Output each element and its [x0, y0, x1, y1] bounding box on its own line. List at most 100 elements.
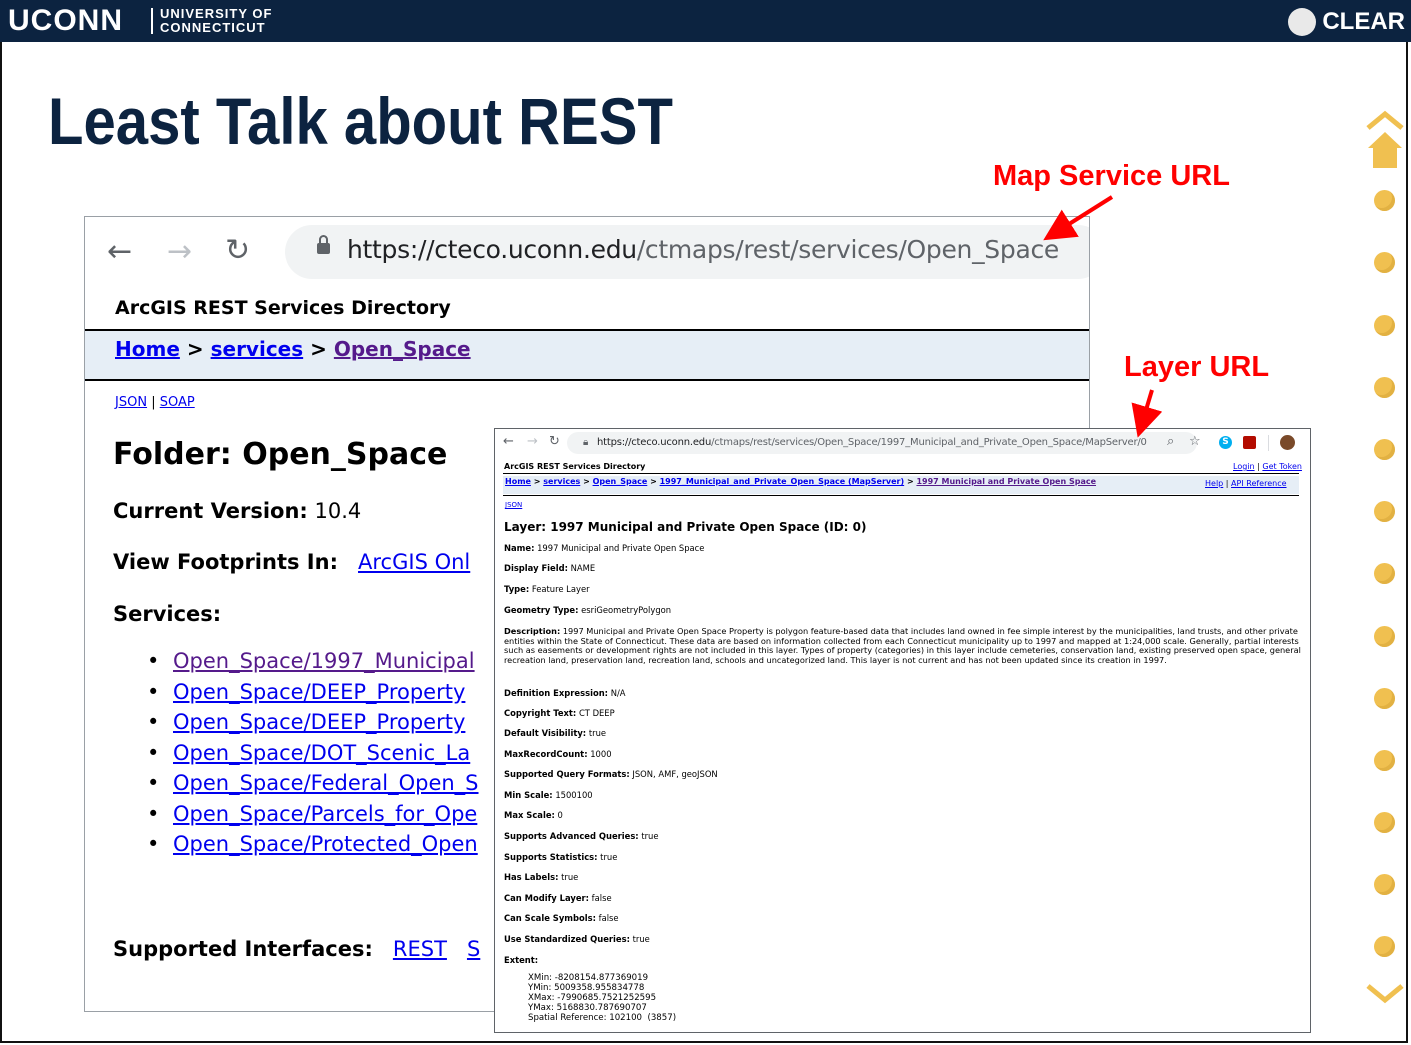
- breadcrumb-services-link[interactable]: services: [543, 477, 580, 486]
- nav-dot[interactable]: [1374, 439, 1395, 460]
- breadcrumb-home-link[interactable]: Home: [115, 337, 180, 361]
- field-value: 1000: [590, 749, 612, 759]
- help-link[interactable]: Help: [1205, 479, 1223, 488]
- nav-dot[interactable]: [1374, 750, 1395, 771]
- field-row: Max Scale: 0: [504, 810, 563, 820]
- login-link[interactable]: Login: [1233, 462, 1255, 471]
- slide-title: Least Talk about REST: [48, 84, 674, 158]
- callout-layer-url: Layer URL: [1124, 351, 1270, 383]
- rest-link[interactable]: REST: [393, 937, 447, 961]
- zoom-icon[interactable]: ⌕: [1167, 435, 1174, 449]
- back-arrow-icon[interactable]: ←: [107, 237, 132, 267]
- soap-link[interactable]: SOAP: [160, 395, 195, 410]
- nav-dot[interactable]: [1374, 874, 1395, 895]
- list-item: Open_Space/DOT_Scenic_La: [143, 741, 479, 772]
- home-icon: [1368, 132, 1402, 168]
- service-link[interactable]: Open_Space/1997_Municipal: [173, 649, 475, 673]
- breadcrumb-separator: >: [906, 477, 914, 486]
- field-row: Name: 1997 Municipal and Private Open Sp…: [504, 543, 704, 553]
- field-row: Supports Statistics: true: [504, 852, 617, 862]
- field-label: Default Visibility:: [504, 728, 587, 738]
- json-link[interactable]: JSON: [505, 501, 522, 509]
- field-value: true: [588, 728, 607, 738]
- breadcrumb-services-link[interactable]: services: [211, 337, 304, 361]
- nav-dot[interactable]: [1374, 812, 1395, 833]
- list-item: Open_Space/Parcels_for_Ope: [143, 802, 479, 833]
- extent-ymin: YMin: 5009358.955834778: [528, 983, 645, 993]
- breadcrumb-separator: >: [583, 477, 590, 486]
- extent-xmin: XMin: -8208154.877369019: [528, 973, 649, 983]
- field-value: true: [632, 934, 650, 944]
- nav-dot[interactable]: [1374, 688, 1395, 709]
- breadcrumb-separator: >: [310, 337, 327, 361]
- api-reference-link[interactable]: API Reference: [1231, 479, 1286, 488]
- field-label: Supports Statistics:: [504, 852, 598, 862]
- get-token-link[interactable]: Get Token: [1262, 462, 1302, 471]
- breadcrumb-mapserver-link[interactable]: 1997_Municipal_and_Private_Open_Space (M…: [660, 477, 905, 486]
- field-label: Has Labels:: [504, 872, 559, 882]
- profile-avatar[interactable]: [1280, 435, 1295, 450]
- forward-arrow-icon[interactable]: →: [167, 237, 192, 267]
- chevron-up-icon: [1366, 110, 1404, 130]
- breadcrumb-open-space-link[interactable]: Open_Space: [334, 337, 471, 361]
- service-link[interactable]: Open_Space/DEEP_Property: [173, 710, 465, 734]
- field-label: Name:: [504, 543, 535, 553]
- breadcrumb-open-space-link[interactable]: Open_Space: [593, 477, 648, 486]
- services-label: Services:: [113, 602, 222, 626]
- nav-dot[interactable]: [1374, 377, 1395, 398]
- field-label: Type:: [504, 584, 530, 594]
- chevron-down-icon[interactable]: [1366, 982, 1404, 1006]
- field-label: Copyright Text:: [504, 708, 577, 718]
- field-value: 1500100: [555, 790, 593, 800]
- skype-extension-icon[interactable]: S: [1219, 436, 1232, 449]
- json-link[interactable]: JSON: [115, 395, 147, 410]
- breadcrumb-layer-link[interactable]: 1997 Municipal and Private Open Space: [916, 477, 1096, 486]
- field-label: Geometry Type:: [504, 605, 579, 615]
- extent-xmax: XMax: -7990685.7521252595: [528, 993, 657, 1003]
- soap-interface-link[interactable]: S: [467, 937, 480, 961]
- field-row: Use Standardized Queries: true: [504, 934, 650, 944]
- back-arrow-icon[interactable]: ←: [503, 435, 514, 449]
- breadcrumb: Home > services > Open_Space: [85, 329, 1089, 381]
- directory-title: ArcGIS REST Services Directory: [504, 462, 646, 471]
- bookmark-star-icon[interactable]: ☆: [1189, 435, 1201, 449]
- field-row: Can Scale Symbols: false: [504, 913, 619, 923]
- browser-toolbar-small: ← → ↻ 🔒︎ https://cteco.uconn.edu/ctmaps/…: [495, 429, 1310, 457]
- field-value: 0: [557, 810, 563, 820]
- url-path: /ctmaps/rest/services/Open_Space: [636, 235, 1059, 264]
- nav-dot[interactable]: [1374, 936, 1395, 957]
- nav-dot[interactable]: [1374, 563, 1395, 584]
- address-bar-url[interactable]: https://cteco.uconn.edu/ctmaps/rest/serv…: [347, 235, 1059, 264]
- reload-icon[interactable]: ↻: [549, 435, 560, 449]
- nav-dot[interactable]: [1374, 252, 1395, 273]
- breadcrumb-home-link[interactable]: Home: [505, 477, 531, 486]
- service-link[interactable]: Open_Space/DOT_Scenic_La: [173, 741, 470, 765]
- nav-dot[interactable]: [1374, 315, 1395, 336]
- lock-icon: 🔒︎: [583, 437, 589, 448]
- field-label: Min Scale:: [504, 790, 553, 800]
- forward-arrow-icon[interactable]: →: [527, 435, 538, 449]
- link-separator: |: [1257, 462, 1260, 471]
- field-label: Can Scale Symbols:: [504, 913, 596, 923]
- nav-up-home: [1366, 110, 1404, 168]
- address-bar-url[interactable]: https://cteco.uconn.edu/ctmaps/rest/serv…: [597, 437, 1147, 448]
- service-link[interactable]: Open_Space/Protected_Open: [173, 832, 478, 856]
- nav-dot[interactable]: [1374, 626, 1395, 647]
- field-value: CT DEEP: [578, 708, 615, 718]
- field-row: Copyright Text: CT DEEP: [504, 708, 615, 718]
- nav-dot[interactable]: [1374, 501, 1395, 522]
- field-value: 1997 Municipal and Private Open Space: [537, 543, 705, 553]
- divider: [503, 473, 1299, 474]
- service-link[interactable]: Open_Space/Federal_Open_S: [173, 771, 479, 795]
- nav-dot[interactable]: [1374, 190, 1395, 211]
- service-link[interactable]: Open_Space/Parcels_for_Ope: [173, 802, 477, 826]
- clear-logo-text: CLEAR: [1322, 8, 1405, 35]
- service-link[interactable]: Open_Space/DEEP_Property: [173, 680, 465, 704]
- arcgis-online-link[interactable]: ArcGIS Onl: [358, 550, 470, 574]
- reload-icon[interactable]: ↻: [225, 236, 250, 266]
- field-label: Can Modify Layer:: [504, 893, 589, 903]
- format-links: JSON | SOAP: [115, 395, 195, 410]
- pdf-extension-icon[interactable]: [1243, 436, 1256, 449]
- uconn-logo: UCONN: [8, 4, 123, 37]
- list-item: Open_Space/DEEP_Property: [143, 710, 479, 741]
